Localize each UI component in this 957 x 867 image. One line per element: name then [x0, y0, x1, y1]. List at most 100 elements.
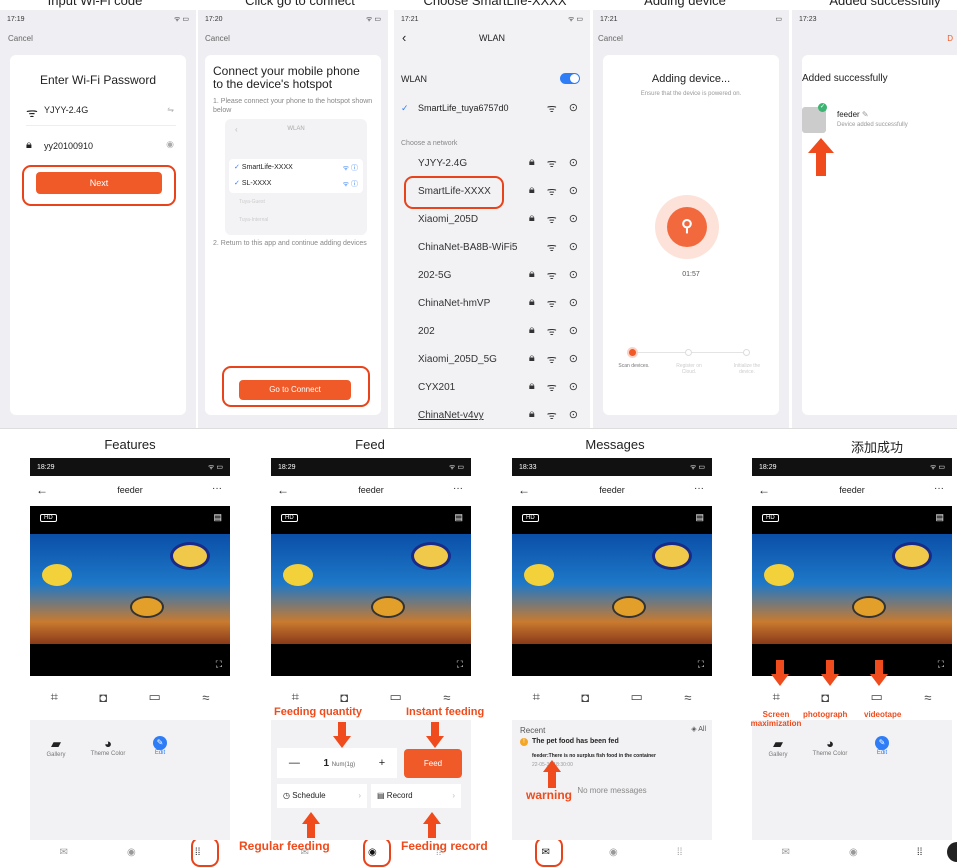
fullscreen-icon[interactable]: ⛶	[698, 659, 704, 670]
schedule-button[interactable]: ◷ Schedule ›	[277, 784, 367, 808]
wifi-icon: ᯤ	[546, 242, 557, 254]
network-row[interactable]: 202 🔒︎ ᯤ ⊙	[394, 318, 590, 345]
hd-badge[interactable]: HD	[281, 514, 298, 522]
cancel-link[interactable]: Cancel	[8, 34, 33, 43]
features-tab-icon[interactable]: ⁞⁞	[917, 847, 923, 858]
video-record-icon[interactable]: ▭	[631, 689, 643, 705]
network-row[interactable]: ChinaNet-v4vy 🔒︎ ᯤ ⊙	[394, 402, 590, 428]
network-row[interactable]: CYX201 🔒︎ ᯤ ⊙	[394, 374, 590, 401]
annotation-screen-max: Screen maximization	[750, 710, 802, 728]
device-name[interactable]: feeder ✎	[837, 110, 869, 119]
feed-tab-icon[interactable]: ◉	[849, 847, 858, 858]
highlight-smartlife	[404, 176, 504, 209]
layout-icon[interactable]: ▤	[454, 512, 463, 523]
cancel-link[interactable]: Cancel	[598, 34, 623, 43]
control-bar: ⌗ ◘ ▭ ≈	[30, 678, 230, 716]
annotation-feeding-quantity: Feeding quantity	[274, 706, 362, 718]
status-time: 18:29	[278, 463, 296, 471]
network-row[interactable]: Xiaomi_205D 🔒︎ ᯤ ⊙	[394, 206, 590, 233]
arrow-up-annotation	[808, 138, 834, 176]
annotation-regular-feeding: Regular feeding	[239, 839, 330, 853]
lock-icon: 🔒︎	[528, 156, 535, 168]
messages-tab-icon[interactable]: ✉	[60, 847, 68, 858]
feed-tab-icon[interactable]: ◉	[609, 847, 618, 858]
edit-item[interactable]: ✎ Edit	[862, 736, 902, 758]
minus-button[interactable]: —	[289, 757, 300, 769]
network-row[interactable]: 202-5G 🔒︎ ᯤ ⊙	[394, 262, 590, 289]
camera-icon[interactable]: ◘	[581, 690, 589, 705]
video-player[interactable]: HD ▤ ⛶	[271, 506, 471, 676]
network-row[interactable]: Xiaomi_205D_5G 🔒︎ ᯤ ⊙	[394, 346, 590, 373]
video-player[interactable]: HD ▤ ⛶	[512, 506, 712, 676]
theme-color-item[interactable]: ◕ Theme Color	[88, 736, 128, 758]
video-record-icon[interactable]: ▭	[871, 689, 883, 705]
messages-tab-icon[interactable]: ✉	[782, 847, 790, 858]
lock-icon: 🔒︎	[528, 408, 535, 420]
layout-icon[interactable]: ▤	[213, 512, 222, 523]
eye-icon[interactable]: ◉	[166, 139, 174, 150]
screen-capture-icon[interactable]: ⌗	[51, 689, 58, 705]
camera-icon[interactable]: ◘	[821, 690, 829, 705]
screen-capture-icon[interactable]: ⌗	[773, 689, 780, 705]
gallery-item[interactable]: ▰ Gallery	[36, 736, 76, 758]
expand-icon[interactable]: ≈	[684, 690, 691, 705]
fullscreen-icon[interactable]: ⛶	[457, 659, 463, 670]
features-grid: ▰ Gallery ◕ Theme Color ✎ Edit	[36, 736, 180, 758]
hd-badge[interactable]: HD	[40, 514, 57, 522]
fish-shape	[764, 564, 794, 586]
screen-capture-icon[interactable]: ⌗	[292, 689, 299, 705]
quantity-stepper[interactable]: — 1 Num(1g) +	[277, 748, 397, 778]
card: Added successfully ✓ feeder ✎ Device add…	[802, 55, 957, 415]
layout-icon[interactable]: ▤	[935, 512, 944, 523]
video-player[interactable]: HD ▤ ⛶	[752, 506, 952, 676]
expand-icon[interactable]: ≈	[202, 690, 209, 705]
fullscreen-icon[interactable]: ⛶	[216, 659, 222, 670]
feed-tab-icon[interactable]: ◉	[127, 847, 136, 858]
record-button[interactable]: ▤ Record ›	[371, 784, 461, 808]
gallery-item[interactable]: ▰ Gallery	[758, 736, 798, 758]
status-time: 17:19	[7, 15, 25, 23]
camera-icon[interactable]: ◘	[99, 690, 107, 705]
expand-icon[interactable]: ≈	[924, 690, 931, 705]
switch-network-icon[interactable]: ⇋	[167, 105, 174, 114]
message-title[interactable]: The pet food has been fed	[532, 738, 619, 745]
network-row[interactable]: ChinaNet-BA8B-WiFi5 ᯤ ⊙	[394, 234, 590, 261]
video-record-icon[interactable]: ▭	[149, 689, 161, 705]
done-link[interactable]: D	[947, 34, 953, 43]
ssid-field[interactable]: YJYY-2.4G	[44, 105, 88, 115]
screen-capture-icon[interactable]: ⌗	[533, 689, 540, 705]
features-tab-icon[interactable]: ⁞⁞	[677, 847, 683, 858]
info-icon: ⊙	[568, 381, 578, 393]
connected-network[interactable]: SmartLife_tuya6757d0	[418, 103, 509, 113]
expand-icon[interactable]: ≈	[443, 690, 450, 705]
phone-added: 17:23 D Added successfully ✓ feeder ✎ De…	[792, 10, 957, 428]
wlan-toggle[interactable]	[560, 73, 580, 84]
wifi-icon: ᯤ	[546, 158, 557, 170]
more-icon[interactable]: ···	[212, 483, 222, 494]
more-icon[interactable]: ···	[453, 483, 463, 494]
search-icon: ⚲	[667, 207, 707, 247]
quantity-unit: Num(1g)	[331, 761, 356, 768]
card: Connect your mobile phone to the device'…	[205, 55, 381, 415]
video-player[interactable]: HD ▤ ⛶	[30, 506, 230, 676]
feed-button[interactable]: Feed	[404, 749, 462, 778]
more-icon[interactable]: ···	[694, 483, 704, 494]
plus-button[interactable]: +	[379, 757, 385, 769]
edit-item[interactable]: ✎ Edit	[140, 736, 180, 758]
fish-shape	[612, 596, 646, 618]
lock-icon: 🔒︎	[528, 268, 535, 280]
video-record-icon[interactable]: ▭	[390, 689, 402, 705]
camera-feed-image	[271, 534, 471, 644]
more-icon[interactable]: ···	[934, 483, 944, 494]
hd-badge[interactable]: HD	[762, 514, 779, 522]
hd-badge[interactable]: HD	[522, 514, 539, 522]
camera-icon[interactable]: ◘	[340, 690, 348, 705]
password-field[interactable]: yy20100910	[44, 141, 93, 151]
all-filter[interactable]: ◈ All	[691, 725, 706, 733]
network-row[interactable]: YJYY-2.4G 🔒︎ ᯤ ⊙	[394, 150, 590, 177]
layout-icon[interactable]: ▤	[695, 512, 704, 523]
network-row[interactable]: ChinaNet-hmVP 🔒︎ ᯤ ⊙	[394, 290, 590, 317]
theme-color-item[interactable]: ◕ Theme Color	[810, 736, 850, 758]
cancel-link[interactable]: Cancel	[205, 34, 230, 43]
fullscreen-icon[interactable]: ⛶	[938, 659, 944, 670]
